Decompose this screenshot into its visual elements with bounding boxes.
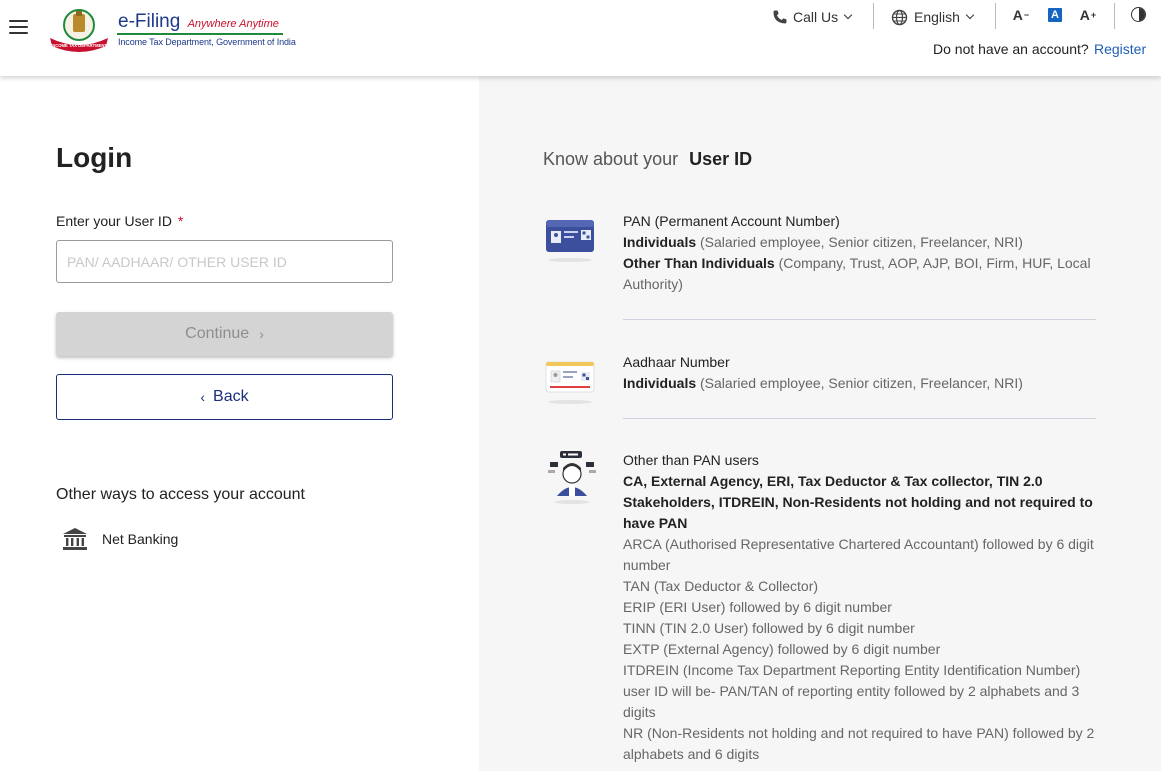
contrast-icon[interactable] xyxy=(1131,7,1146,22)
page-title: Login xyxy=(56,142,133,173)
top-header: INCOME TAX DEPARTMENT e-Filing Anywhere … xyxy=(0,0,1161,76)
info-heading-emph: User ID xyxy=(689,149,753,169)
call-us-button[interactable]: Call Us xyxy=(772,7,853,27)
aadhaar-individuals: Individuals (Salaried employee, Senior c… xyxy=(623,375,1023,391)
brand-divider xyxy=(117,33,283,35)
emblem-logo[interactable]: INCOME TAX DEPARTMENT xyxy=(46,6,112,54)
other-users-categories: CA, External Agency, ERI, Tax Deductor &… xyxy=(623,473,1093,531)
font-normal-button[interactable]: A xyxy=(1048,8,1062,22)
register-link[interactable]: Register xyxy=(1094,41,1146,57)
aadhaar-card-icon xyxy=(544,358,596,404)
brand-name: e-Filing xyxy=(118,11,181,32)
language-label: English xyxy=(914,9,960,25)
pan-other-than-individuals: Other Than Individuals (Company, Trust, … xyxy=(623,255,1091,292)
pan-individuals: Individuals (Salaried employee, Senior c… xyxy=(623,234,1023,250)
header-divider xyxy=(1114,3,1115,29)
back-button[interactable]: ‹ Back xyxy=(56,374,393,420)
list-item: ERIP (ERI User) followed by 6 digit numb… xyxy=(623,599,892,615)
pan-info: PAN (Permanent Account Number) Individua… xyxy=(623,211,1098,295)
emblem-text: INCOME TAX DEPARTMENT xyxy=(51,43,107,48)
font-increase-button[interactable]: A + xyxy=(1078,5,1098,25)
back-label: Back xyxy=(213,388,249,405)
phone-icon xyxy=(773,10,787,24)
call-us-label: Call Us xyxy=(793,9,839,25)
language-select[interactable]: English xyxy=(891,7,975,27)
bank-icon xyxy=(63,528,87,550)
list-item: NR (Non-Residents not holding and not re… xyxy=(623,725,1095,762)
net-banking-link[interactable]: Net Banking xyxy=(62,526,178,552)
user-id-info-panel: Know about your User ID PAN (Permanent A… xyxy=(479,76,1161,771)
required-mark: * xyxy=(177,213,184,229)
account-question: Do not have an account? xyxy=(933,41,1089,57)
pan-title: PAN (Permanent Account Number) xyxy=(623,213,840,229)
list-item: EXTP (External Agency) followed by 6 dig… xyxy=(623,641,941,657)
divider xyxy=(623,319,1096,320)
aadhaar-title: Aadhaar Number xyxy=(623,354,730,370)
chevron-left-icon: ‹ xyxy=(200,389,206,405)
font-decrease-button[interactable]: A − xyxy=(1011,5,1031,25)
user-id-label: Enter your User ID * xyxy=(56,213,184,229)
brand-title: e-Filing Anywhere Anytime xyxy=(118,11,279,33)
chevron-down-icon xyxy=(965,10,975,20)
brand-tagline: Anywhere Anytime xyxy=(187,18,279,30)
list-item: ITDREIN (Income Tax Department Reporting… xyxy=(623,662,1081,720)
login-panel: Login Enter your User ID * Continue › ‹ Ba… xyxy=(0,76,479,771)
continue-button[interactable]: Continue › xyxy=(56,312,393,356)
menu-icon[interactable] xyxy=(9,20,28,36)
continue-label: Continue xyxy=(185,325,250,342)
header-divider xyxy=(995,3,996,29)
divider xyxy=(623,418,1096,419)
chevron-right-icon: › xyxy=(259,326,264,342)
brand-subtitle: Income Tax Department, Government of Ind… xyxy=(118,37,296,47)
list-item: TAN (Tax Deductor & Collector) xyxy=(623,578,819,594)
other-users-title: Other than PAN users xyxy=(623,452,759,468)
pan-card-icon xyxy=(544,216,596,262)
list-item: ARCA (Authorised Representative Chartere… xyxy=(623,536,1094,573)
list-item: TINN (TIN 2.0 User) followed by 6 digit … xyxy=(623,620,915,636)
other-ways-heading: Other ways to access your account xyxy=(56,486,305,503)
user-id-input[interactable] xyxy=(56,240,393,283)
net-banking-label: Net Banking xyxy=(102,531,179,547)
header-divider xyxy=(873,3,874,29)
other-users-icon xyxy=(546,448,598,506)
other-users-info: Other than PAN users CA, External Agency… xyxy=(623,450,1098,765)
aadhaar-info: Aadhaar Number Individuals (Salaried emp… xyxy=(623,352,1098,394)
chevron-down-icon xyxy=(843,10,853,20)
globe-icon xyxy=(891,9,908,25)
info-heading: Know about your User ID xyxy=(543,149,753,169)
